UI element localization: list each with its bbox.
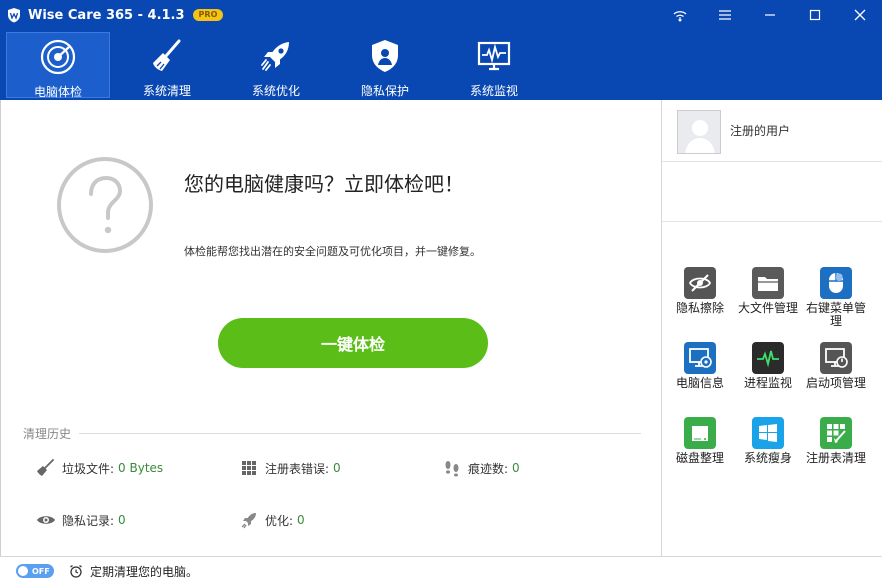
minimize-icon bbox=[764, 14, 775, 16]
history-value: 0 bbox=[512, 461, 520, 475]
tool-computer-info[interactable]: 电脑信息 bbox=[668, 342, 732, 390]
rocket-icon bbox=[241, 513, 256, 529]
folder-icon bbox=[758, 277, 778, 291]
broom-icon bbox=[153, 39, 181, 71]
close-icon bbox=[854, 9, 865, 21]
schedule-toggle[interactable]: OFF bbox=[16, 564, 54, 578]
sidebar-divider bbox=[662, 221, 882, 222]
nav-label: 系统优化 bbox=[251, 84, 300, 98]
user-silhouette-icon bbox=[678, 111, 720, 153]
tool-registry-cleaner[interactable]: 注册表清理 bbox=[804, 417, 868, 465]
pulse-icon bbox=[757, 350, 779, 368]
alarm-clock-icon bbox=[70, 564, 82, 578]
one-click-checkup-button[interactable]: 一键体检 bbox=[218, 318, 488, 368]
history-item-junk-files: 垃圾文件: 0 Bytes bbox=[36, 459, 163, 477]
nav-tab-privacy[interactable]: 隐私保护 bbox=[333, 32, 437, 98]
history-item-registry-errors: 注册表错误: 0 bbox=[239, 459, 341, 477]
tool-label: 右键菜单管理 bbox=[805, 301, 866, 328]
nav-tab-checkup[interactable]: 电脑体检 bbox=[6, 32, 110, 99]
tool-label: 系统瘦身 bbox=[743, 451, 792, 465]
tools-sidebar: 注册的用户 隐私擦除 大文件管理 右键菜单管理 电脑信息 进程监视 启动项管理 … bbox=[662, 100, 882, 556]
monitor-icon bbox=[477, 41, 511, 71]
tool-label: 启动项管理 bbox=[805, 376, 866, 390]
status-bar: OFF 定期清理您的电脑。 bbox=[0, 556, 882, 585]
startup-icon bbox=[825, 348, 848, 368]
page-headline: 您的电脑健康吗？立即体检吧！ bbox=[184, 172, 464, 196]
disk-icon bbox=[692, 426, 708, 441]
eye-slash-icon bbox=[688, 274, 712, 292]
title-bar: Wise Care 365 - 4.1.3 PRO bbox=[0, 0, 882, 30]
close-button[interactable] bbox=[837, 0, 882, 30]
sidebar-divider bbox=[662, 161, 882, 162]
tool-label: 大文件管理 bbox=[737, 301, 798, 315]
nav-label: 系统清理 bbox=[142, 84, 191, 98]
page-subline: 体检能帮您找出潜在的安全问题及可优化项目，并一键修复。 bbox=[184, 245, 481, 258]
grid-icon bbox=[242, 461, 256, 475]
menu-button[interactable] bbox=[702, 0, 747, 30]
wifi-button[interactable] bbox=[657, 0, 702, 30]
shield-icon bbox=[372, 40, 398, 72]
radar-icon bbox=[40, 39, 76, 75]
history-label: 隐私记录: bbox=[62, 513, 115, 528]
maximize-icon bbox=[809, 9, 820, 21]
nav-tab-monitor[interactable]: 系统监视 bbox=[442, 32, 546, 98]
minimize-button[interactable] bbox=[747, 0, 792, 30]
history-title: 清理历史 bbox=[23, 425, 80, 442]
history-value: 0 bbox=[118, 513, 126, 527]
toggle-label: OFF bbox=[32, 566, 50, 576]
tool-label: 电脑信息 bbox=[675, 376, 724, 390]
nav-label: 隐私保护 bbox=[360, 84, 409, 98]
registry-icon bbox=[827, 424, 846, 443]
history-divider bbox=[23, 433, 641, 434]
wifi-icon bbox=[673, 11, 686, 22]
rocket-icon bbox=[261, 42, 289, 71]
tool-process-monitor[interactable]: 进程监视 bbox=[736, 342, 800, 390]
history-value: 0 bbox=[297, 513, 305, 527]
menu-icon bbox=[718, 10, 731, 20]
app-title: Wise Care 365 - 4.1.3 bbox=[28, 7, 185, 23]
question-mark-icon bbox=[57, 157, 153, 253]
history-label: 注册表错误: bbox=[265, 461, 330, 476]
toggle-knob bbox=[18, 566, 28, 576]
tool-label: 注册表清理 bbox=[805, 451, 866, 465]
nav-tab-optimize[interactable]: 系统优化 bbox=[224, 32, 328, 98]
eye-icon bbox=[37, 516, 55, 524]
checkup-panel: 您的电脑健康吗？立即体检吧！ 体检能帮您找出潜在的安全问题及可优化项目，并一键修… bbox=[1, 100, 661, 556]
tool-large-file-manager[interactable]: 大文件管理 bbox=[736, 267, 800, 315]
tool-disk-defrag[interactable]: 磁盘整理 bbox=[668, 417, 732, 465]
footprint-icon bbox=[445, 461, 459, 477]
history-label: 垃圾文件: bbox=[62, 461, 115, 476]
tool-label: 隐私擦除 bbox=[675, 301, 724, 315]
history-value: 0 Bytes bbox=[118, 461, 164, 475]
tool-system-slimming[interactable]: 系统瘦身 bbox=[736, 417, 800, 465]
app-logo-icon bbox=[8, 8, 20, 23]
mouse-icon bbox=[829, 273, 843, 293]
tool-startup-manager[interactable]: 启动项管理 bbox=[804, 342, 868, 390]
history-label: 痕迹数: bbox=[468, 461, 509, 476]
nav-label: 电脑体检 bbox=[33, 85, 82, 99]
user-name[interactable]: 注册的用户 bbox=[730, 122, 790, 139]
main-nav: 电脑体检 系统清理 系统优化 隐私保护 系统监视 bbox=[0, 30, 882, 100]
nav-label: 系统监视 bbox=[469, 84, 518, 98]
broom-icon bbox=[37, 459, 54, 476]
pro-badge: PRO bbox=[192, 9, 224, 21]
computer-info-icon bbox=[689, 348, 712, 368]
tool-label: 进程监视 bbox=[743, 376, 792, 390]
tool-context-menu-manager[interactable]: 右键菜单管理 bbox=[804, 267, 868, 328]
history-label: 优化: bbox=[265, 513, 294, 528]
history-value: 0 bbox=[333, 461, 341, 475]
avatar[interactable] bbox=[677, 110, 721, 154]
nav-tab-clean[interactable]: 系统清理 bbox=[115, 32, 219, 98]
history-item-privacy-records: 隐私记录: 0 bbox=[36, 511, 126, 529]
history-item-optimizations: 优化: 0 bbox=[239, 511, 305, 529]
maximize-button[interactable] bbox=[792, 0, 837, 30]
windows-icon bbox=[759, 424, 777, 442]
tool-label: 磁盘整理 bbox=[675, 451, 724, 465]
history-item-traces: 痕迹数: 0 bbox=[442, 459, 520, 477]
schedule-text[interactable]: 定期清理您的电脑。 bbox=[90, 563, 198, 580]
tool-privacy-erase[interactable]: 隐私擦除 bbox=[668, 267, 732, 315]
